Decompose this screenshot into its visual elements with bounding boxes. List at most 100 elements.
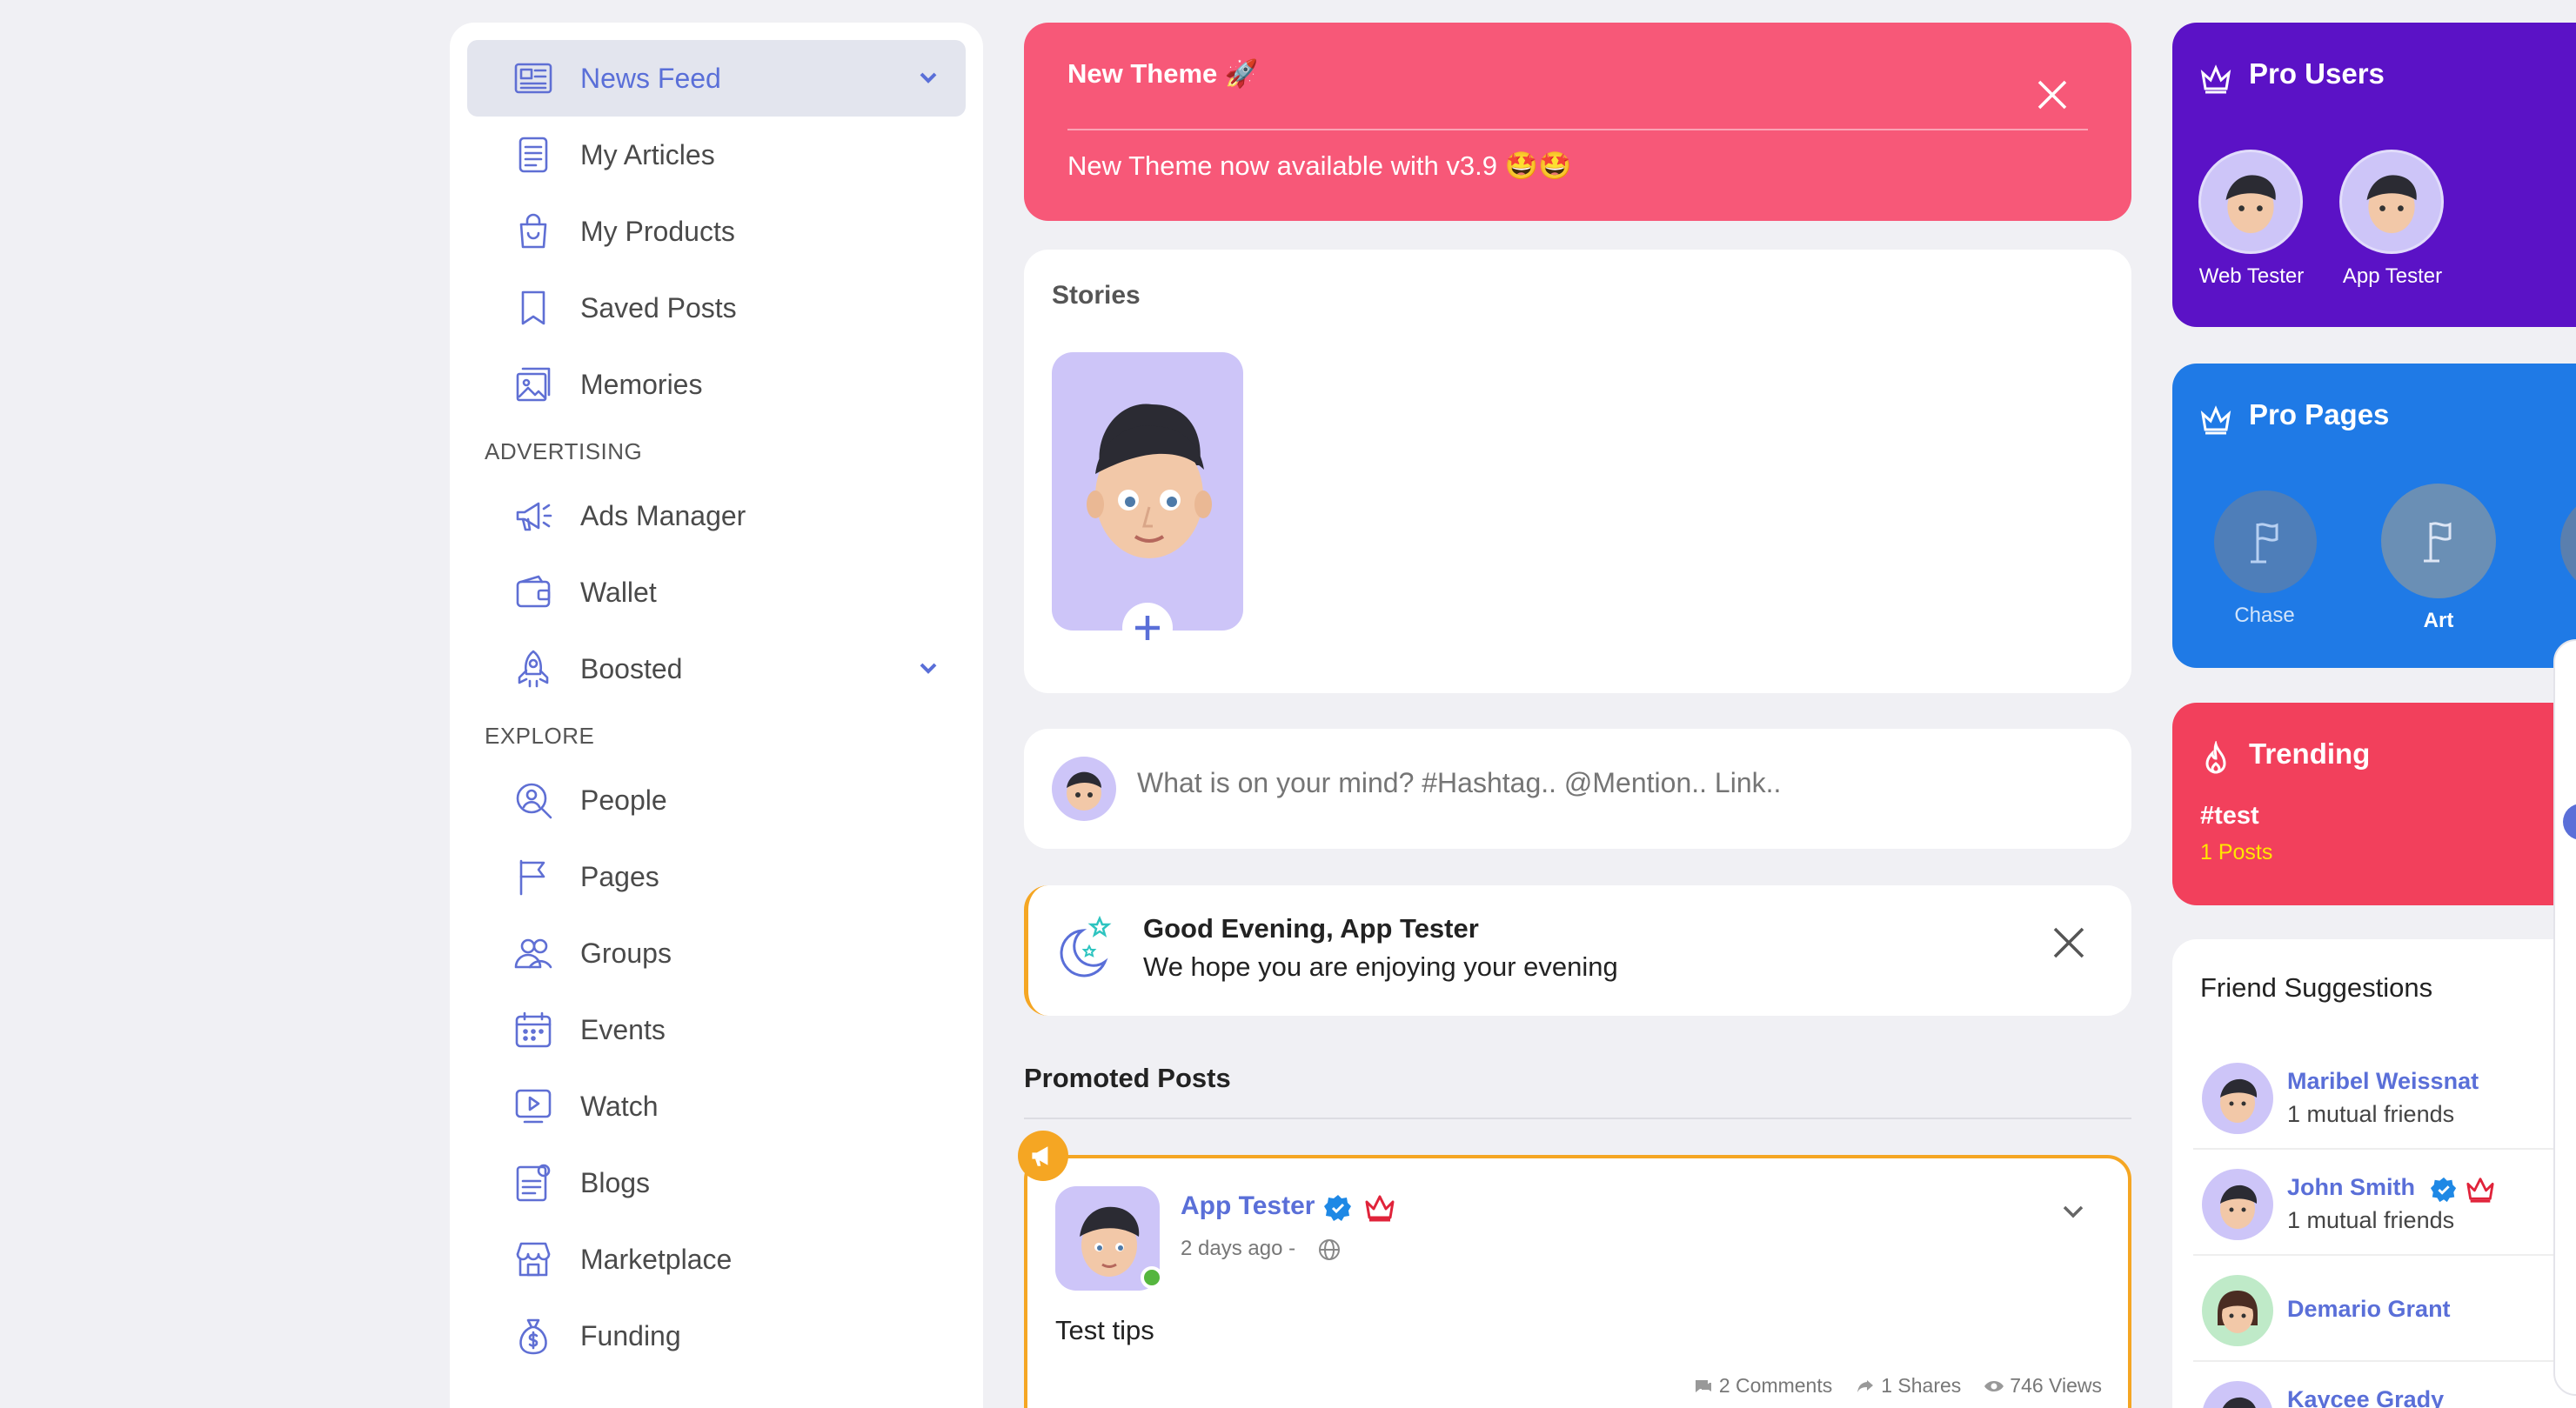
sidebar-item-memories[interactable]: Memories [467, 346, 966, 423]
sidebar-item-people[interactable]: People [467, 762, 966, 838]
close-icon[interactable] [2050, 924, 2088, 962]
megaphone-icon [1018, 1131, 1068, 1181]
sidebar-item-label: People [580, 784, 667, 816]
views-count: 746 Views [2010, 1374, 2102, 1397]
add-story-button[interactable] [1122, 603, 1173, 653]
sidebar-item-pages[interactable]: Pages [467, 838, 966, 915]
page-avatar[interactable] [2214, 490, 2317, 593]
bookmark-icon [511, 285, 556, 330]
trending-hashtag[interactable]: #test [2200, 802, 2259, 831]
mutual-friends-count: 1 mutual friends [2287, 1101, 2455, 1127]
create-story-tile[interactable] [1052, 352, 1243, 631]
friend-name[interactable]: Maribel Weissnat [2287, 1068, 2479, 1095]
friend-name[interactable]: John Smith [2287, 1174, 2415, 1201]
calendar-icon [511, 1007, 556, 1052]
sidebar-item-funding[interactable]: Funding [467, 1298, 966, 1374]
verified-badge-icon [2430, 1177, 2457, 1203]
friend-name[interactable]: Demario Grant [2287, 1296, 2451, 1323]
share-icon [1857, 1379, 1874, 1392]
sidebar-item-groups[interactable]: Groups [467, 915, 966, 991]
sidebar-item-blogs[interactable]: Blogs [467, 1144, 966, 1221]
sidebar-item-ads-manager[interactable]: Ads Manager [467, 477, 966, 554]
sidebar-item-wallet[interactable]: Wallet [467, 554, 966, 631]
friend-suggestion-item[interactable]: John Smith 1 mutual friends [2193, 1150, 2576, 1256]
photo-stack-icon [511, 362, 556, 407]
shares-count: 1 Shares [1881, 1374, 1962, 1397]
chat-panel-edge[interactable] [2553, 639, 2576, 1396]
avatar[interactable] [2198, 150, 2303, 254]
pro-pages-title: Pro Pages [2249, 398, 2390, 430]
promoted-post: App Tester 2 days ago - Test tips 2 Comm… [1024, 1155, 2131, 1408]
eye-icon [1984, 1380, 2004, 1391]
pro-user-name[interactable]: App Tester [2318, 264, 2466, 289]
mutual-friends-count: 1 mutual friends [2287, 1207, 2455, 1233]
post-author-name[interactable]: App Tester [1181, 1191, 1315, 1221]
pro-users-title: Pro Users [2249, 57, 2385, 90]
friend-name[interactable]: Kaycee Grady [2287, 1386, 2444, 1408]
crown-icon [2466, 1178, 2494, 1203]
sidebar-item-label: Memories [580, 368, 703, 400]
sidebar-item-label: My Products [580, 215, 735, 247]
post-stats: 2 Comments 1 Shares 746 Views [1693, 1374, 2102, 1398]
post-input[interactable] [1137, 767, 2007, 799]
flag-icon [2424, 522, 2452, 563]
stories-title: Stories [1052, 281, 1141, 310]
banner-message: New Theme now available with v3.9 🤩🤩 [1067, 150, 1572, 181]
views-stat: 746 Views [1984, 1374, 2102, 1398]
section-label-explore: EXPLORE [485, 723, 595, 749]
comments-count: 2 Comments [1718, 1374, 1833, 1397]
sidebar-item-news-feed[interactable]: News Feed [467, 40, 966, 117]
promoted-posts-heading: Promoted Posts [1024, 1063, 1231, 1093]
sidebar-item-label: Wallet [580, 576, 657, 608]
close-icon[interactable] [2034, 77, 2071, 113]
shares-stat[interactable]: 1 Shares [1855, 1374, 1961, 1398]
avatar[interactable] [2339, 150, 2444, 254]
post-text: Test tips [1055, 1315, 1154, 1345]
banner-divider [1067, 129, 2088, 130]
sidebar-item-label: Saved Posts [580, 291, 737, 324]
pro-users-widget: Pro Users Web Tester App Tester [2172, 23, 2576, 327]
sidebar-item-boosted[interactable]: Boosted [467, 631, 966, 707]
globe-icon [1318, 1238, 1341, 1261]
chevron-down-icon[interactable] [917, 66, 940, 93]
comment-icon [1695, 1379, 1711, 1392]
avatar [1052, 757, 1116, 821]
rocket-icon [511, 646, 556, 691]
friend-suggestion-item[interactable]: Demario Grant [2193, 1256, 2576, 1362]
sidebar-item-marketplace[interactable]: Marketplace [467, 1221, 966, 1298]
video-icon [511, 1084, 556, 1129]
newspaper-icon [511, 56, 556, 101]
friend-suggestion-item[interactable]: Maribel Weissnat 1 mutual friends [2193, 1044, 2576, 1150]
sidebar-item-saved-posts[interactable]: Saved Posts [467, 270, 966, 346]
avatar [2202, 1063, 2273, 1134]
sidebar-item-my-products[interactable]: My Products [467, 193, 966, 270]
chevron-down-icon[interactable] [917, 657, 940, 684]
banner-title: New Theme 🚀 [1067, 58, 1259, 89]
shopping-bag-icon [511, 209, 556, 254]
post-composer [1024, 729, 2131, 849]
friend-suggestions-widget: Friend Suggestions Maribel Weissnat 1 mu… [2172, 939, 2576, 1408]
trending-title: Trending [2249, 737, 2371, 770]
person-search-icon [511, 777, 556, 823]
chevron-down-icon[interactable] [2058, 1197, 2088, 1226]
pro-page-name[interactable]: Art [2369, 609, 2508, 633]
trending-widget: Trending #test 1 Posts [2172, 703, 2576, 905]
greeting-card: Good Evening, App Tester We hope you are… [1024, 885, 2131, 1016]
plus-icon [1135, 616, 1160, 640]
friend-suggestion-item[interactable]: Kaycee Grady [2193, 1362, 2576, 1408]
pro-page-name[interactable]: Chase [2195, 604, 2334, 628]
flame-icon [2198, 739, 2233, 776]
page-avatar[interactable] [2560, 492, 2576, 595]
crown-icon [2198, 61, 2233, 96]
stories-card: Stories [1024, 250, 2131, 693]
sidebar-item-events[interactable]: Events [467, 991, 966, 1068]
pro-user-name[interactable]: Web Tester [2178, 264, 2325, 289]
greeting-subtitle: We hope you are enjoying your evening [1143, 951, 1618, 982]
post-timestamp: 2 days ago - [1181, 1237, 1296, 1260]
sidebar-item-my-articles[interactable]: My Articles [467, 117, 966, 193]
sidebar-item-label: News Feed [580, 62, 721, 94]
comments-stat[interactable]: 2 Comments [1693, 1374, 1832, 1398]
page-avatar[interactable] [2381, 484, 2496, 598]
sidebar-item-label: Events [580, 1013, 666, 1045]
sidebar-item-watch[interactable]: Watch [467, 1068, 966, 1144]
